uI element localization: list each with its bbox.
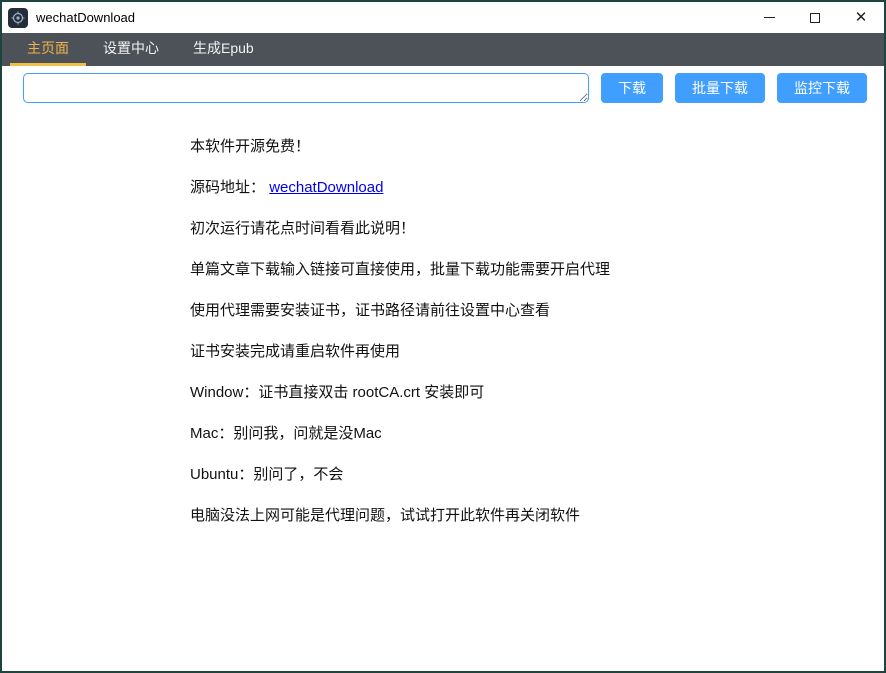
intro-line: 本软件开源免费！ xyxy=(190,137,864,157)
article-url-input[interactable] xyxy=(23,73,589,103)
note-line: 证书安装完成请重启软件再使用 xyxy=(190,342,864,362)
close-icon: ✕ xyxy=(855,10,868,25)
note-line: 使用代理需要安装证书，证书路径请前往设置中心查看 xyxy=(190,301,864,321)
maximize-icon xyxy=(810,13,820,23)
download-button[interactable]: 下载 xyxy=(601,73,663,103)
note-line: 电脑没法上网可能是代理问题，试试打开此软件再关闭软件 xyxy=(190,506,864,526)
tab-main-page[interactable]: 主页面 xyxy=(10,33,86,66)
app-window: wechatDownload ✕ 主页面 设置中心 生成Epub 下载 批量下载… xyxy=(0,0,886,673)
titlebar: wechatDownload ✕ xyxy=(2,2,884,33)
minimize-button[interactable] xyxy=(746,2,792,33)
batch-download-button[interactable]: 批量下载 xyxy=(675,73,765,103)
window-controls: ✕ xyxy=(746,2,884,33)
close-button[interactable]: ✕ xyxy=(838,2,884,33)
source-prefix: 源码地址： xyxy=(190,179,265,196)
note-line: 初次运行请花点时间看看此说明！ xyxy=(190,219,864,239)
source-line: 源码地址： wechatDownload xyxy=(190,178,864,198)
note-line: Window：证书直接双击 rootCA.crt 安装即可 xyxy=(190,383,864,403)
tab-generate-epub[interactable]: 生成Epub xyxy=(176,33,271,66)
tab-settings-center[interactable]: 设置中心 xyxy=(86,33,176,66)
note-line: Mac：别问我，问就是没Mac xyxy=(190,424,864,444)
note-line: 单篇文章下载输入链接可直接使用，批量下载功能需要开启代理 xyxy=(190,260,864,280)
toolbar: 下载 批量下载 监控下载 xyxy=(2,66,884,110)
app-logo-icon xyxy=(11,11,25,25)
app-icon xyxy=(8,8,28,28)
tabbar: 主页面 设置中心 生成Epub xyxy=(2,33,884,66)
minimize-icon xyxy=(764,17,775,18)
window-title: wechatDownload xyxy=(36,10,746,25)
maximize-button[interactable] xyxy=(792,2,838,33)
instructions-area: 本软件开源免费！ 源码地址： wechatDownload 初次运行请花点时间看… xyxy=(2,110,884,671)
source-code-link[interactable]: wechatDownload xyxy=(269,179,383,196)
monitor-download-button[interactable]: 监控下载 xyxy=(777,73,867,103)
note-line: Ubuntu：别问了，不会 xyxy=(190,465,864,485)
